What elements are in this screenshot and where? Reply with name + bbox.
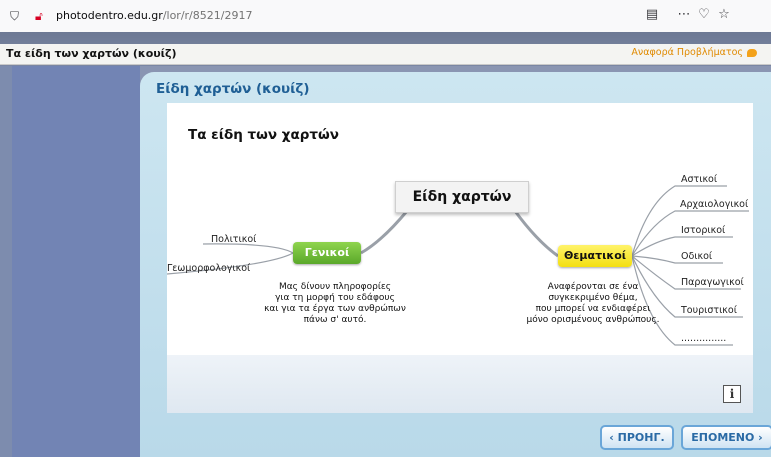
connector-center-left — [360, 210, 409, 255]
side-panel — [12, 66, 140, 457]
leaf-more: ............... — [681, 333, 727, 344]
leaf-archaeological: Αρχαιολογικοί — [680, 199, 749, 210]
general-description-line: Μας δίνουν πληροφορίες — [278, 282, 392, 292]
leaf-political: Πολιτικοί — [211, 234, 257, 245]
thematic-description-line: που μπορεί να ενδιαφέρει — [535, 304, 651, 314]
leaf-productive: Παραγωγικοί — [681, 277, 744, 288]
title-strip: Τα είδη των χαρτών (κουίζ) Αναφορά Προβλ… — [0, 44, 771, 65]
report-problem-link[interactable]: Αναφορά Προβλήματος — [631, 47, 757, 58]
general-description-line: για τη μορφή του εδάφους — [275, 293, 395, 303]
mindmap-node-thematic: Θεματικοί — [558, 245, 632, 267]
general-description-line: πάνω σ' αυτό. — [303, 315, 367, 325]
insecure-lock-icon[interactable]: 🔓︎ — [35, 9, 43, 23]
connector-center-right — [513, 210, 559, 258]
general-description-line: και για τα έργα των ανθρώπων — [264, 304, 406, 314]
main-title: Είδη χαρτών (κουίζ) — [156, 81, 310, 97]
shield-icon[interactable]: ⛉ — [10, 9, 19, 23]
thematic-description: Αναφέρονται σε ένα συγκεκριμένο θέμα, πο… — [511, 282, 675, 326]
leaf-urban: Αστικοί — [681, 174, 718, 185]
thematic-description-line: μόνο ορισμένους ανθρώπους. — [526, 315, 660, 325]
info-button[interactable]: i — [723, 385, 741, 403]
url-host: photodentro.edu.gr — [56, 9, 163, 22]
mindmap-node-general: Γενικοί — [293, 242, 361, 264]
card-footer: i — [167, 355, 753, 413]
reader-view-icon[interactable]: ▤ — [644, 7, 660, 23]
speech-bubble-icon — [747, 48, 757, 57]
report-problem-label: Αναφορά Προβλήματος — [631, 47, 743, 58]
url-field[interactable]: photodentro.edu.gr/lor/r/8521/2917 — [56, 9, 252, 23]
next-button[interactable]: ΕΠΟΜΕΝΟ › — [681, 425, 771, 450]
mindmap-center-node: Είδη χαρτών — [395, 181, 529, 213]
left-edge — [0, 66, 12, 457]
browser-toolbar: ⛉ 🔓︎ photodentro.edu.gr/lor/r/8521/2917 … — [0, 0, 771, 33]
bookmark-star-icon[interactable]: ☆ — [716, 7, 732, 23]
connector-left-leaf-1 — [202, 243, 294, 254]
leaf-road: Οδικοί — [681, 251, 713, 262]
previous-button[interactable]: ‹ ΠΡΟΗΓ. — [600, 425, 674, 450]
thematic-description-line: Αναφέρονται σε ένα — [547, 282, 639, 292]
url-path: /lor/r/8521/2917 — [162, 9, 253, 22]
page-actions-icon[interactable]: ⋯ — [676, 7, 692, 23]
content-card: Τα είδη των χαρτών Είδη χαρτών Γενικοί Θ… — [167, 103, 753, 355]
leaf-touristic: Τουριστικοί — [681, 305, 737, 316]
pocket-icon[interactable]: ♡ — [696, 7, 712, 23]
leaf-historical: Ιστορικοί — [681, 225, 726, 236]
page-title: Τα είδη των χαρτών (κουίζ) — [6, 47, 177, 60]
thematic-description-line: συγκεκριμένο θέμα, — [548, 293, 638, 303]
general-description: Μας δίνουν πληροφορίες για τη μορφή του … — [251, 282, 419, 326]
leaf-geomorphological: Γεωμορφολογικοί — [167, 263, 251, 274]
